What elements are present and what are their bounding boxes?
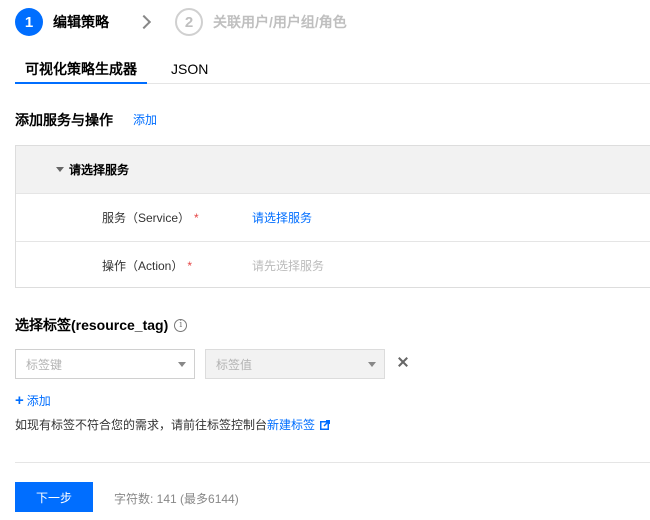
step-label-1: 编辑策略 [53,14,109,30]
service-panel: 请选择服务 服务（Service） * 请选择服务 操作（Action） * 请先选… [15,145,650,288]
add-tag-button[interactable]: + 添加 [15,392,51,409]
char-count: 字符数: 141 (最多6144) [114,492,239,506]
tab-json[interactable]: JSON [167,56,212,84]
info-icon[interactable]: i [174,318,188,332]
required-mark: * [187,258,193,273]
external-link-icon[interactable] [320,419,331,430]
plus-icon: + [15,391,24,409]
tag-section-title: 选择标签(resource_tag) i [15,315,188,335]
service-panel-title: 请选择服务 [69,163,130,177]
tag-hint: 如现有标签不符合您的需求，请前往标签控制台 新建标签 [15,416,331,433]
action-row: 操作（Action） * 请先选择服务 [16,241,650,288]
service-row: 服务（Service） * 请选择服务 [16,194,650,241]
action-label: 操作（Action） * [102,258,193,273]
step-indicator: 1 编辑策略 2 关联用户/用户组/角色 [15,8,347,36]
chevron-right-icon [137,14,153,30]
remove-tag-icon[interactable] [397,356,409,368]
add-service-link[interactable]: 添加 [133,111,157,128]
required-mark: * [194,211,199,225]
dropdown-arrow-icon [368,362,376,367]
tab-visual-editor[interactable]: 可视化策略生成器 [15,56,147,84]
add-tag-label: 添加 [26,394,51,408]
divider [15,462,650,463]
dropdown-arrow-icon [178,362,186,367]
step-label-2: 关联用户/用户组/角色 [213,14,347,30]
services-section-title: 添加服务与操作 [15,112,113,128]
step-edit-policy: 1 编辑策略 [15,8,109,36]
tag-value-placeholder: 标签值 [216,357,253,372]
next-step-button[interactable]: 下一步 [15,482,93,512]
step-associate-users: 2 关联用户/用户组/角色 [175,8,347,36]
step-number-1: 1 [15,8,43,36]
create-tag-link[interactable]: 新建标签 [267,416,315,433]
caret-down-icon [56,167,64,172]
service-label: 服务（Service） * [102,211,199,225]
tag-key-select[interactable]: 标签键 [15,349,195,379]
tag-hint-text: 如现有标签不符合您的需求，请前往标签控制台 [15,418,268,432]
tag-value-select: 标签值 [205,349,385,379]
select-service-link[interactable]: 请选择服务 [252,209,312,226]
step-number-2: 2 [175,8,203,36]
tag-key-placeholder: 标签键 [26,357,63,372]
editor-tabs: 可视化策略生成器 JSON [15,56,650,84]
service-panel-header[interactable]: 请选择服务 [16,146,650,194]
action-placeholder: 请先选择服务 [252,258,325,273]
